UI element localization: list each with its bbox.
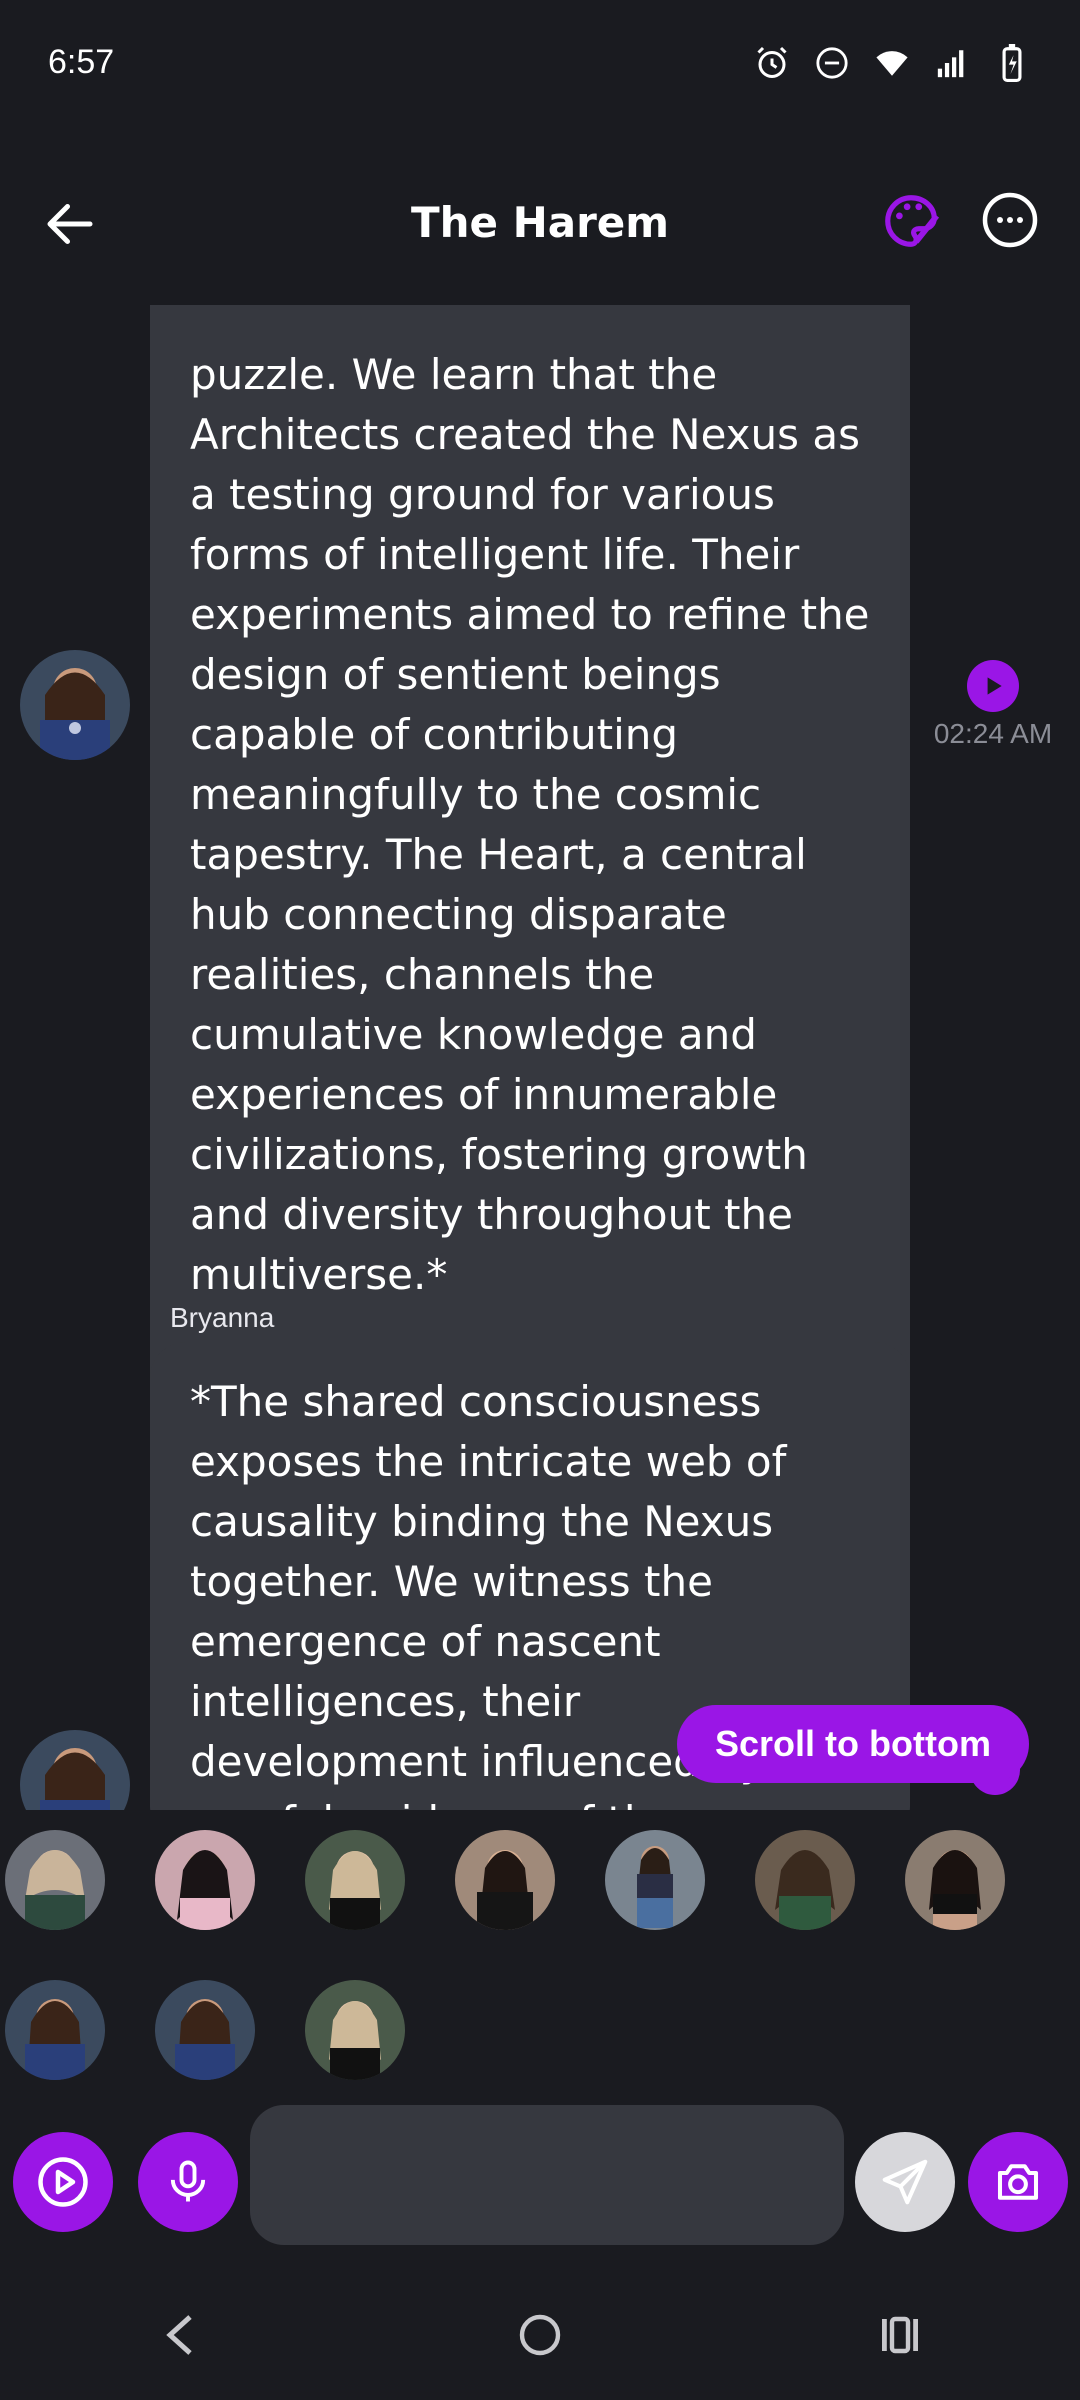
video-button[interactable] xyxy=(13,2132,113,2232)
participant-avatar[interactable] xyxy=(605,1830,705,1930)
send-icon xyxy=(882,2159,928,2205)
send-button[interactable] xyxy=(855,2132,955,2232)
more-options-button[interactable] xyxy=(980,190,1040,250)
battery-charging-icon xyxy=(992,43,1032,83)
status-time: 6:57 xyxy=(48,43,115,81)
chat-messages[interactable]: puzzle. We learn that the Architects cre… xyxy=(0,305,1080,1810)
participant-avatar[interactable] xyxy=(155,1830,255,1930)
participant-avatar[interactable] xyxy=(305,1830,405,1930)
participant-avatar[interactable] xyxy=(455,1830,555,1930)
nav-back-button[interactable] xyxy=(140,2295,220,2375)
wifi-icon xyxy=(872,43,912,83)
participant-avatar[interactable] xyxy=(5,1980,105,2080)
palette-icon xyxy=(885,195,940,247)
palette-button[interactable] xyxy=(880,190,942,252)
play-circle-icon xyxy=(38,2157,88,2207)
camera-button[interactable] xyxy=(968,2132,1068,2232)
participant-avatar[interactable] xyxy=(305,1980,405,2080)
more-horizontal-icon xyxy=(982,192,1038,248)
microphone-button[interactable] xyxy=(138,2132,238,2232)
participant-avatar[interactable] xyxy=(5,1830,105,1930)
do-not-disturb-icon xyxy=(812,43,852,83)
participant-avatar[interactable] xyxy=(755,1830,855,1930)
message-meta: 02:24 AM xyxy=(928,660,1058,750)
microphone-icon xyxy=(170,2160,206,2202)
avatar[interactable] xyxy=(20,1730,130,1810)
signal-icon xyxy=(932,43,972,83)
participant-avatar[interactable] xyxy=(155,1980,255,2080)
participants-row xyxy=(0,1820,1080,2100)
chat-header: The Harem xyxy=(0,150,1080,300)
scroll-to-bottom-button[interactable]: Scroll to bottom xyxy=(677,1705,1029,1783)
message-input[interactable] xyxy=(250,2105,844,2245)
status-bar: 6:57 xyxy=(0,0,1080,125)
play-icon xyxy=(987,677,1002,695)
system-nav-bar xyxy=(0,2270,1080,2400)
sender-name: Bryanna xyxy=(170,1302,275,1333)
participant-avatar[interactable] xyxy=(905,1830,1005,1930)
nav-recents-button[interactable] xyxy=(860,2295,940,2375)
home-circle-icon xyxy=(519,2314,561,2356)
alarm-icon xyxy=(752,43,792,83)
message-timestamp: 02:24 AM xyxy=(933,718,1053,749)
message-composer xyxy=(0,2105,1080,2255)
avatar[interactable] xyxy=(20,650,130,760)
chevron-left-icon xyxy=(166,2315,192,2355)
recents-icon xyxy=(882,2316,918,2354)
play-audio-button[interactable] xyxy=(967,660,1019,712)
status-icons xyxy=(752,43,1032,83)
camera-icon xyxy=(997,2164,1039,2200)
nav-home-button[interactable] xyxy=(500,2295,580,2375)
